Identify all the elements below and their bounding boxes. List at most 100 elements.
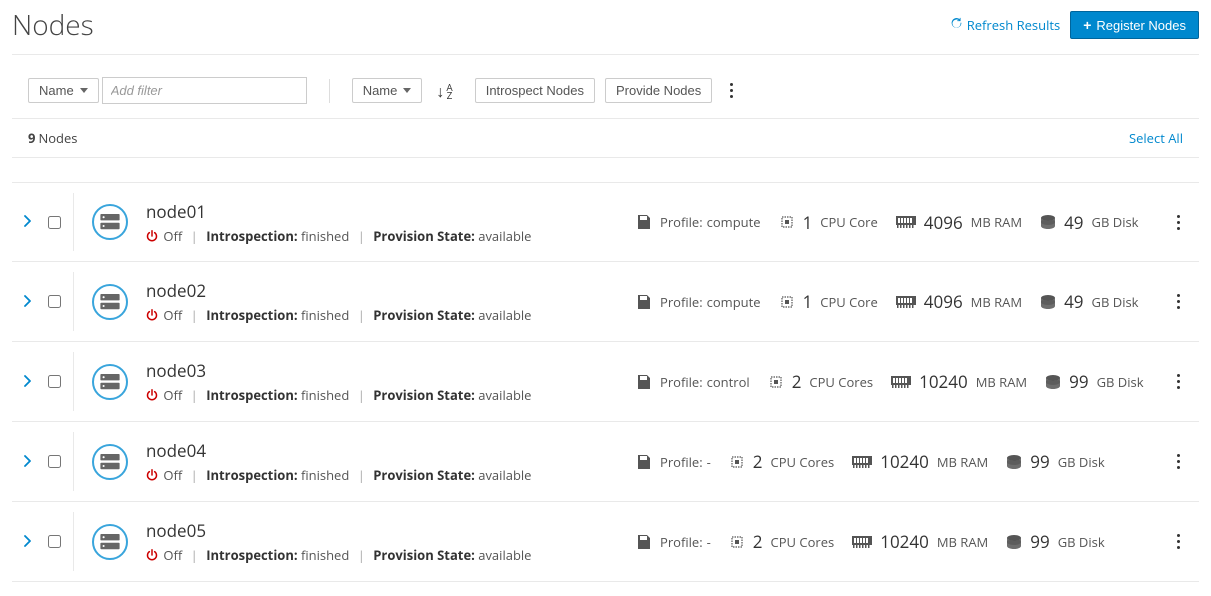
ram-label: MB RAM bbox=[976, 373, 1027, 391]
expand-toggle[interactable] bbox=[24, 453, 38, 471]
power-icon bbox=[146, 227, 158, 245]
cpu-spec: 2 CPU Cores bbox=[768, 370, 873, 393]
node-checkbox[interactable] bbox=[48, 295, 61, 308]
disk-value: 99 bbox=[1030, 450, 1049, 473]
node-checkbox[interactable] bbox=[48, 375, 61, 388]
caret-down-icon bbox=[403, 88, 411, 93]
introspection-value: finished bbox=[301, 466, 349, 484]
introspect-nodes-button[interactable]: Introspect Nodes bbox=[475, 78, 595, 103]
expand-toggle[interactable] bbox=[24, 213, 38, 231]
provision-state-value: available bbox=[478, 546, 531, 564]
node-checkbox[interactable] bbox=[48, 455, 61, 468]
disk-spec: 99 GB Disk bbox=[1006, 530, 1104, 553]
cpu-value: 2 bbox=[753, 530, 763, 553]
profile-value: compute bbox=[707, 213, 761, 231]
ram-label: MB RAM bbox=[937, 533, 988, 551]
node-row: node04 Off | Introspection: finished | P… bbox=[12, 422, 1199, 502]
row-kebab-menu[interactable] bbox=[1169, 370, 1187, 394]
profile-value: - bbox=[707, 533, 711, 551]
ram-value: 10240 bbox=[880, 530, 929, 553]
power-icon bbox=[146, 546, 158, 564]
memory-icon bbox=[891, 376, 911, 388]
ram-spec: 4096 MB RAM bbox=[896, 290, 1022, 313]
server-icon bbox=[92, 284, 128, 320]
node-name: node04 bbox=[146, 439, 636, 462]
power-state: Off bbox=[163, 466, 182, 484]
introspection-label: Introspection: bbox=[206, 546, 297, 564]
save-icon bbox=[636, 374, 652, 390]
select-all-link[interactable]: Select All bbox=[1129, 129, 1183, 147]
node-status-line: Off | Introspection: finished | Provisio… bbox=[146, 546, 636, 564]
memory-icon bbox=[852, 456, 872, 468]
row-divider bbox=[73, 512, 74, 571]
introspection-value: finished bbox=[301, 227, 349, 245]
plus-icon: + bbox=[1083, 17, 1091, 33]
introspection-label: Introspection: bbox=[206, 227, 297, 245]
disk-label: GB Disk bbox=[1058, 453, 1105, 471]
profile-spec: Profile: - bbox=[636, 453, 711, 471]
filter-input[interactable] bbox=[102, 77, 307, 104]
node-row: node01 Off | Introspection: finished | P… bbox=[12, 182, 1199, 262]
memory-icon bbox=[896, 296, 916, 308]
cpu-spec: 2 CPU Cores bbox=[729, 450, 834, 473]
refresh-results-link[interactable]: Refresh Results bbox=[950, 16, 1060, 34]
node-checkbox[interactable] bbox=[48, 216, 61, 229]
ram-spec: 10240 MB RAM bbox=[852, 450, 988, 473]
expand-toggle[interactable] bbox=[24, 373, 38, 391]
provide-nodes-button[interactable]: Provide Nodes bbox=[605, 78, 712, 103]
disk-spec: 99 GB Disk bbox=[1006, 450, 1104, 473]
cpu-icon bbox=[779, 214, 795, 230]
disk-icon bbox=[1006, 454, 1022, 470]
cpu-value: 2 bbox=[792, 370, 802, 393]
power-state: Off bbox=[163, 546, 182, 564]
node-status-line: Off | Introspection: finished | Provisio… bbox=[146, 306, 636, 324]
ram-value: 10240 bbox=[880, 450, 929, 473]
caret-down-icon bbox=[80, 88, 88, 93]
filter-field-dropdown[interactable]: Name bbox=[28, 78, 99, 103]
introspection-value: finished bbox=[301, 546, 349, 564]
node-name: node02 bbox=[146, 279, 636, 302]
expand-toggle[interactable] bbox=[24, 533, 38, 551]
profile-label: Profile: bbox=[660, 373, 703, 391]
row-kebab-menu[interactable] bbox=[1169, 210, 1187, 234]
disk-label: GB Disk bbox=[1058, 533, 1105, 551]
sort-direction-toggle[interactable]: ↓ bbox=[436, 83, 452, 99]
power-icon bbox=[146, 306, 158, 324]
introspection-value: finished bbox=[301, 306, 349, 324]
provision-state-label: Provision State: bbox=[373, 546, 475, 564]
ram-value: 4096 bbox=[924, 290, 963, 313]
toolbar-kebab-menu[interactable] bbox=[722, 79, 740, 103]
profile-spec: Profile: - bbox=[636, 533, 711, 551]
cpu-spec: 1 CPU Core bbox=[779, 211, 878, 234]
server-icon bbox=[92, 204, 128, 240]
cpu-label: CPU Cores bbox=[771, 533, 835, 551]
row-kebab-menu[interactable] bbox=[1169, 450, 1187, 474]
node-row: node03 Off | Introspection: finished | P… bbox=[12, 342, 1199, 422]
row-kebab-menu[interactable] bbox=[1169, 530, 1187, 554]
disk-value: 99 bbox=[1030, 530, 1049, 553]
provision-state-label: Provision State: bbox=[373, 306, 475, 324]
node-checkbox[interactable] bbox=[48, 535, 61, 548]
sort-field-dropdown[interactable]: Name bbox=[352, 78, 423, 103]
provision-state-value: available bbox=[478, 306, 531, 324]
power-icon bbox=[146, 466, 158, 484]
sort-az-icon bbox=[446, 83, 452, 99]
power-state: Off bbox=[163, 306, 182, 324]
disk-label: GB Disk bbox=[1092, 213, 1139, 231]
profile-label: Profile: bbox=[660, 213, 703, 231]
row-divider bbox=[73, 193, 74, 251]
profile-spec: Profile: compute bbox=[636, 293, 761, 311]
cpu-spec: 1 CPU Core bbox=[779, 290, 878, 313]
cpu-value: 2 bbox=[753, 450, 763, 473]
ram-spec: 10240 MB RAM bbox=[852, 530, 988, 553]
node-count-label: Nodes bbox=[38, 129, 77, 147]
expand-toggle[interactable] bbox=[24, 293, 38, 311]
disk-value: 99 bbox=[1069, 370, 1088, 393]
disk-label: GB Disk bbox=[1097, 373, 1144, 391]
row-kebab-menu[interactable] bbox=[1169, 290, 1187, 314]
register-nodes-button[interactable]: + Register Nodes bbox=[1070, 11, 1199, 39]
filter-field-label: Name bbox=[39, 83, 74, 98]
cpu-icon bbox=[729, 454, 745, 470]
disk-label: GB Disk bbox=[1092, 293, 1139, 311]
disk-spec: 49 GB Disk bbox=[1040, 211, 1138, 234]
